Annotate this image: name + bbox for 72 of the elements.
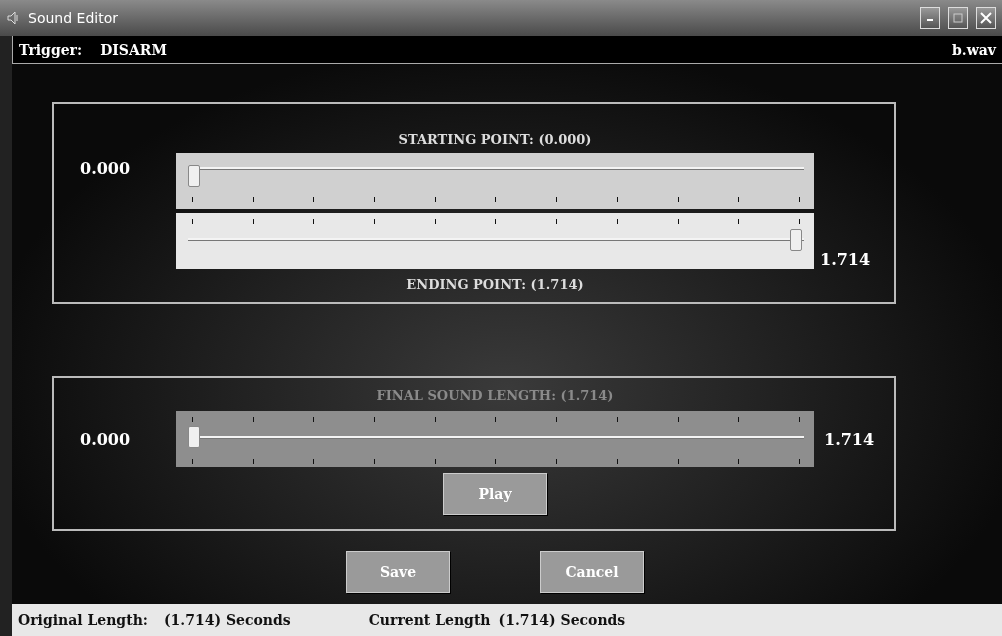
close-icon	[980, 12, 992, 24]
maximize-icon	[953, 13, 963, 23]
tick-mark	[313, 459, 315, 464]
dialog-button[interactable]: Save	[346, 551, 450, 593]
tick-mark	[434, 219, 436, 224]
tick-mark	[192, 459, 193, 464]
slider-track[interactable]	[176, 213, 814, 269]
ending-point-label: ENDING POINT: (1.714)	[405, 276, 585, 292]
slider-track[interactable]	[176, 411, 814, 467]
current-length-label: Current Length	[368, 612, 491, 628]
tick-mark	[192, 417, 193, 422]
tick-mark	[313, 417, 315, 422]
tick-mark	[677, 417, 679, 422]
trigger-value: DISARM	[100, 41, 168, 58]
original-length-label: Original Length:	[18, 612, 148, 628]
tick-mark	[798, 219, 800, 224]
speaker-icon	[6, 10, 20, 26]
tick-mark	[374, 197, 376, 202]
dialog-button[interactable]: Cancel	[540, 551, 644, 593]
tick-mark	[495, 197, 497, 202]
min-reading: 0.000	[79, 429, 132, 449]
window-title: Sound Editor	[28, 10, 119, 26]
starting-point-label: STARTING POINT: (0.000)	[397, 131, 593, 149]
file-name: b.wav	[952, 41, 996, 58]
tick-mark	[556, 219, 558, 224]
tick-mark	[434, 459, 436, 464]
close-button[interactable]	[976, 7, 996, 29]
tick-mark	[677, 197, 679, 202]
tick-mark	[738, 459, 740, 464]
tick-mark	[374, 459, 376, 464]
tick-mark	[434, 417, 436, 422]
tick-mark	[434, 197, 436, 202]
tick-mark	[313, 197, 315, 202]
original-length-value: (1.714) Seconds	[164, 612, 291, 628]
final-length-label: FINAL SOUND LENGTH: (1.714)	[375, 388, 615, 405]
tick-mark	[374, 417, 376, 422]
maximize-button[interactable]	[948, 7, 968, 29]
tick-mark	[192, 197, 193, 202]
tick-mark	[738, 197, 740, 202]
max-reading: 1.714	[823, 429, 876, 449]
tick-mark	[798, 417, 800, 422]
trigger-label: Trigger:	[19, 41, 83, 58]
tick-mark	[738, 417, 740, 422]
tick-mark	[677, 219, 679, 224]
tick-mark	[495, 417, 497, 422]
tick-mark	[556, 417, 558, 422]
slider-track[interactable]	[176, 153, 814, 209]
tick-mark	[738, 219, 740, 224]
tick-mark	[616, 459, 618, 464]
tick-mark	[556, 197, 558, 202]
tick-mark	[495, 219, 497, 224]
tick-mark	[798, 197, 800, 202]
tick-mark	[798, 459, 800, 464]
start-reading: 0.000	[79, 158, 132, 178]
current-length-value: (1.714) Seconds	[498, 612, 626, 628]
tick-mark	[313, 219, 315, 224]
slider-thumb[interactable]	[188, 165, 200, 187]
tick-mark	[252, 197, 254, 202]
tick-mark	[192, 219, 193, 224]
tick-mark	[616, 417, 618, 422]
tick-mark	[616, 219, 618, 224]
minimize-button[interactable]	[920, 7, 940, 29]
tick-mark	[252, 219, 254, 224]
tick-mark	[252, 417, 254, 422]
tick-mark	[677, 459, 679, 464]
tick-mark	[252, 459, 254, 464]
tick-mark	[556, 459, 558, 464]
tick-mark	[616, 197, 618, 202]
tick-mark	[374, 219, 376, 224]
end-reading: 1.714	[819, 250, 872, 269]
slider-thumb[interactable]	[790, 229, 802, 251]
tick-mark	[495, 459, 497, 464]
